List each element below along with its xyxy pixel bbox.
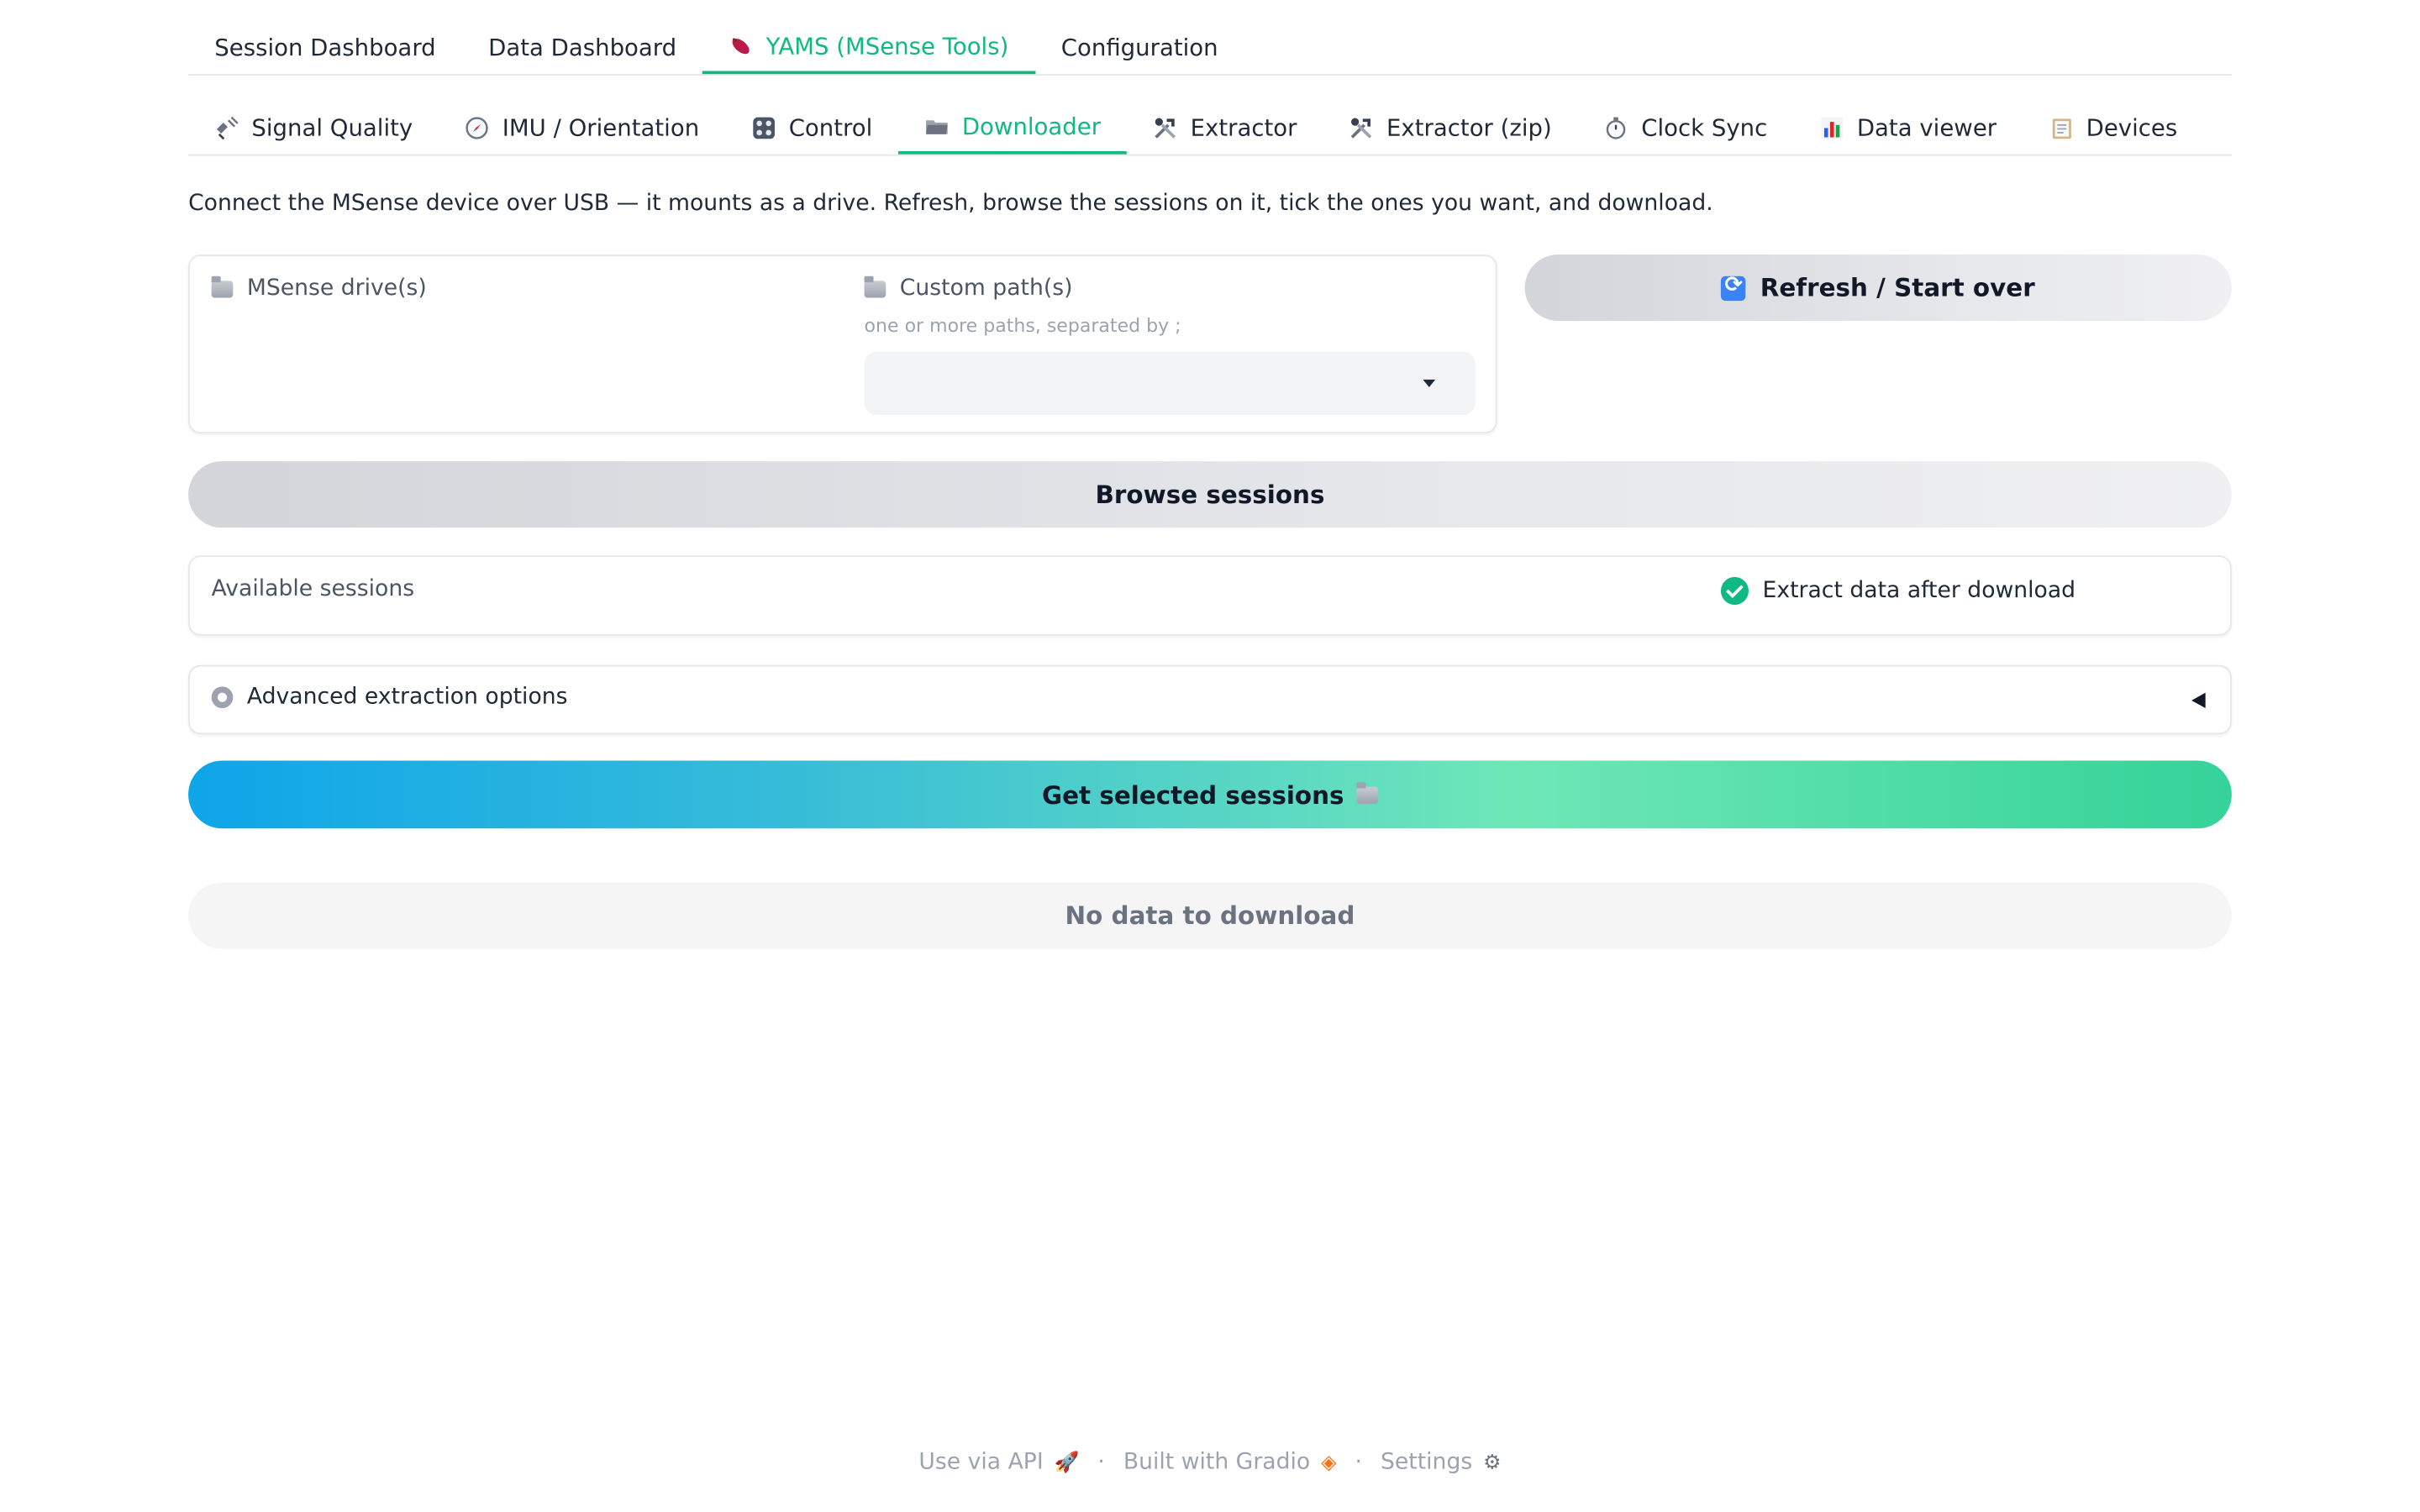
tab-label: Downloader	[961, 113, 1102, 141]
extract-after-download-label: Extract data after download	[1762, 578, 2076, 604]
bar-chart-icon	[1820, 115, 1844, 139]
tab-clock-sync[interactable]: Clock Sync	[1578, 102, 1794, 153]
folder-icon	[925, 114, 950, 139]
tab-session-dashboard[interactable]: Session Dashboard	[188, 22, 462, 73]
folder-icon	[864, 275, 886, 297]
browse-sessions-button[interactable]: Browse sessions	[188, 461, 2232, 528]
extract-after-download-checkbox[interactable]: Extract data after download	[1720, 576, 2076, 605]
satellite-icon	[214, 115, 239, 139]
caret-down-icon	[1423, 379, 1436, 388]
refresh-button[interactable]: Refresh / Start over	[1524, 255, 2232, 322]
advanced-options-header: Advanced extraction options	[211, 685, 568, 710]
tab-label: Control	[788, 113, 873, 142]
footer-separator: ·	[1355, 1450, 1362, 1475]
intro-text: Connect the MSense device over USB — it …	[188, 191, 1713, 217]
refresh-icon	[1721, 272, 1747, 301]
tab-control[interactable]: Control	[725, 102, 898, 153]
tab-configuration[interactable]: Configuration	[1035, 22, 1244, 73]
tab-label: Configuration	[1060, 33, 1218, 61]
tools-icon	[1154, 115, 1178, 139]
get-selected-sessions-button[interactable]: Get selected sessions	[188, 760, 2232, 829]
compass-icon	[466, 115, 490, 139]
tab-downloader[interactable]: Downloader	[898, 102, 1128, 155]
tab-data-dashboard[interactable]: Data Dashboard	[462, 22, 702, 73]
built-with-gradio-label: Built with Gradio	[1123, 1450, 1311, 1475]
advanced-options-label: Advanced extraction options	[246, 685, 568, 710]
advanced-options-accordion[interactable]: Advanced extraction options	[188, 664, 2232, 735]
msense-drive-label: MSense drive(s)	[246, 276, 427, 302]
tab-extractor[interactable]: Extractor	[1127, 102, 1323, 153]
folder-icon	[1356, 781, 1378, 804]
tab-label: Data Dashboard	[488, 33, 677, 61]
footer: Use via API 🚀 · Built with Gradio ◈ · Sett…	[0, 1450, 2420, 1474]
tab-extractor-zip[interactable]: Extractor (zip)	[1323, 102, 1578, 153]
tab-devices[interactable]: Devices	[2023, 102, 2203, 153]
tab-signal-quality[interactable]: Signal Quality	[188, 102, 439, 153]
tab-label: Extractor (zip)	[1386, 113, 1552, 142]
gear-icon	[211, 686, 234, 709]
tab-label: IMU / Orientation	[502, 113, 700, 142]
drive-selection-card: MSense drive(s) Custom path(s) one or mo…	[188, 255, 1497, 434]
tab-label: Clock Sync	[1641, 113, 1768, 142]
collapse-arrow-icon[interactable]	[2191, 692, 2206, 709]
available-sessions-label: Available sessions	[211, 576, 415, 602]
use-via-api-label: Use via API	[918, 1450, 1044, 1475]
tab-label: YAMS (MSense Tools)	[765, 32, 1009, 60]
stopwatch-icon	[1604, 115, 1628, 139]
use-via-api-link[interactable]: Use via API 🚀	[918, 1450, 1079, 1474]
check-circle-icon	[1720, 576, 1749, 605]
folder-icon	[211, 275, 234, 297]
settings-label: Settings	[1380, 1450, 1473, 1475]
tab-imu-orientation[interactable]: IMU / Orientation	[439, 102, 725, 153]
refresh-button-label: Refresh / Start over	[1760, 273, 2035, 302]
tab-label: Extractor	[1190, 113, 1297, 142]
tab-label: Devices	[2086, 113, 2178, 142]
settings-link[interactable]: Settings ⚙	[1381, 1450, 1502, 1474]
tools-icon	[1349, 115, 1374, 139]
top-tab-bar: Session Dashboard Data Dashboard YAMS (M…	[188, 22, 2232, 76]
no-data-label: No data to download	[1065, 900, 1355, 931]
control-knobs-icon	[752, 115, 776, 139]
available-sessions-card: Available sessions Extract data after do…	[188, 555, 2232, 636]
rocket-icon: 🚀	[1054, 1452, 1080, 1475]
sub-tab-bar: Signal Quality IMU / Orientation Control…	[188, 102, 2232, 156]
footer-separator: ·	[1097, 1450, 1105, 1475]
tab-label: Session Dashboard	[214, 33, 436, 61]
get-selected-sessions-label: Get selected sessions	[1042, 780, 1344, 810]
browse-sessions-label: Browse sessions	[1095, 480, 1325, 510]
tab-label: Data viewer	[1856, 113, 1997, 142]
built-with-gradio-link[interactable]: Built with Gradio ◈	[1123, 1450, 1337, 1474]
no-data-to-download-button: No data to download	[188, 882, 2232, 949]
custom-path-dropdown[interactable]	[864, 351, 1476, 416]
gradio-logo-icon: ◈	[1321, 1452, 1337, 1475]
clipboard-icon	[2049, 115, 2074, 139]
custom-path-label: Custom path(s)	[899, 276, 1073, 302]
tab-yams-msense-tools[interactable]: YAMS (MSense Tools)	[702, 22, 1035, 75]
settings-gear-icon: ⚙	[1483, 1452, 1502, 1475]
msense-drive-label-row: MSense drive(s)	[211, 275, 427, 302]
tab-data-viewer[interactable]: Data viewer	[1794, 102, 2023, 153]
tab-label: Signal Quality	[251, 113, 413, 142]
custom-path-hint: one or more paths, separated by ;	[864, 314, 1181, 337]
sweet-potato-icon	[729, 34, 754, 58]
custom-path-label-row: Custom path(s)	[864, 275, 1073, 302]
